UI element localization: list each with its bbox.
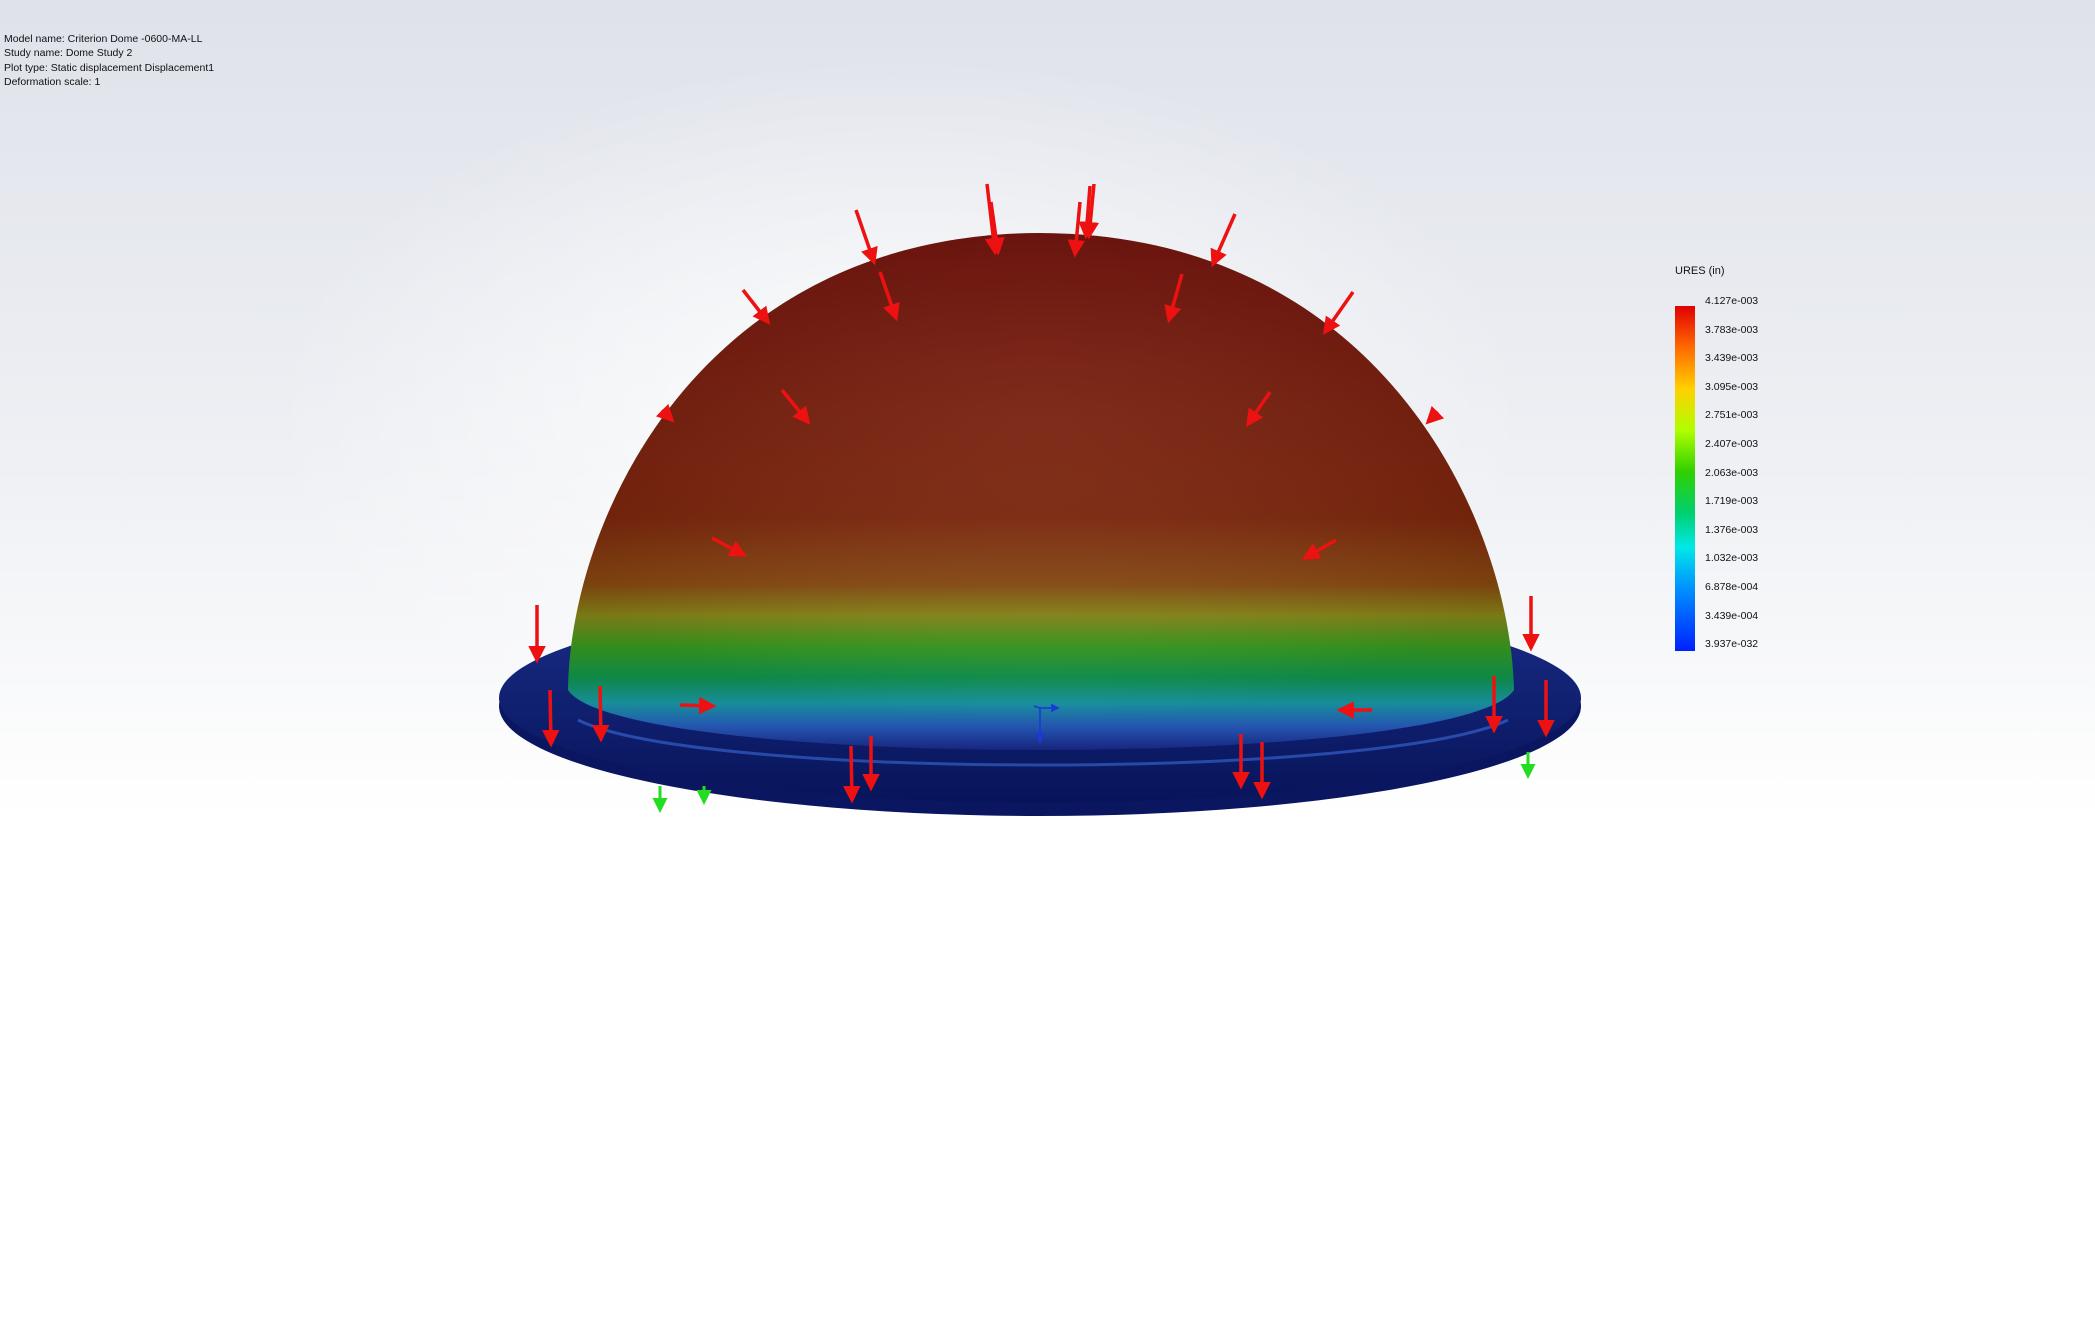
legend-label: 1.032e-003 [1705, 552, 1759, 565]
legend-label: 3.095e-003 [1705, 380, 1759, 393]
load-arrow-icon [1425, 405, 1445, 425]
load-arrow-icon [591, 685, 610, 743]
load-arrow-icon [842, 745, 861, 804]
legend-label: 2.407e-003 [1705, 438, 1759, 450]
legend-label: 2.751e-003 [1705, 409, 1759, 422]
load-arrow-icon [741, 288, 771, 325]
legend-label: 6.878e-004 [1705, 581, 1759, 593]
legend-label: 3.439e-004 [1705, 609, 1759, 622]
results-legend[interactable]: URES (in) 4.127e-003 3.783e-003 3.439e-0… [1675, 265, 1795, 665]
load-arrow-icon [541, 689, 560, 748]
legend-label: 2.063e-003 [1705, 466, 1759, 479]
legend-label: 3.783e-003 [1705, 323, 1759, 336]
dome-body [568, 233, 1514, 767]
legend-label: 4.127e-003 [1705, 295, 1759, 307]
legend-title: URES (in) [1675, 265, 1725, 277]
legend-label: 3.937e-032 [1705, 638, 1759, 651]
load-arrow-icon [854, 209, 878, 266]
legend-label: 1.719e-003 [1705, 495, 1759, 508]
legend-label: 3.439e-003 [1705, 352, 1759, 365]
load-arrow-icon [679, 696, 717, 715]
load-arrow-icon [1322, 290, 1355, 335]
load-arrow-icon [1210, 213, 1237, 268]
legend-color-bar [1675, 306, 1695, 651]
legend-label: 1.376e-003 [1705, 523, 1759, 536]
